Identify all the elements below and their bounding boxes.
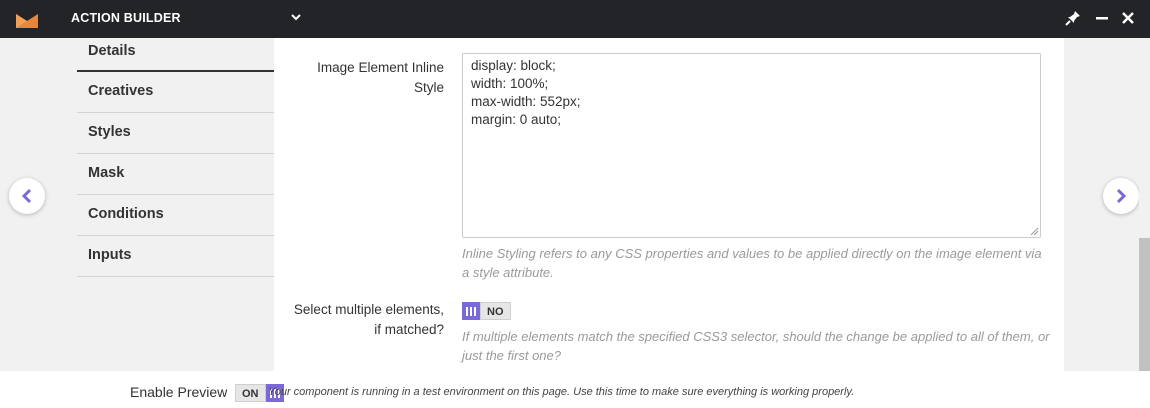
- chevron-down-icon[interactable]: [288, 9, 304, 25]
- sidebar-item-mask[interactable]: Mask: [77, 154, 274, 195]
- resize-handle-icon[interactable]: [1030, 227, 1039, 236]
- sidebar-item-conditions[interactable]: Conditions: [77, 195, 274, 236]
- select-multiple-help: If multiple elements match the specified…: [462, 329, 1050, 363]
- toggle-grip-icon: [462, 302, 480, 320]
- previous-button[interactable]: [9, 178, 45, 214]
- logo-icon: [16, 14, 38, 28]
- toggle-label: NO: [480, 302, 511, 320]
- title-bar: ACTION BUILDER: [0, 0, 1150, 38]
- chevron-left-icon: [21, 188, 32, 204]
- sidebar-item-creatives[interactable]: Creatives: [77, 72, 274, 113]
- close-icon[interactable]: [1119, 9, 1137, 27]
- select-multiple-label: Select multiple elements, if matched?: [293, 302, 444, 337]
- inline-style-textarea[interactable]: display: block; width: 100%; max-width: …: [462, 53, 1041, 238]
- inline-style-label: Image Element Inline Style: [317, 60, 444, 95]
- pin-icon[interactable]: [1064, 9, 1082, 27]
- details-form: Image Element Inline Style display: bloc…: [274, 38, 1064, 371]
- editor-panel: Details Creatives Styles Mask Conditions…: [0, 38, 1150, 371]
- select-multiple-toggle[interactable]: NO: [462, 302, 511, 320]
- sidebar-item-inputs[interactable]: Inputs: [77, 236, 274, 277]
- sidebar: Details Creatives Styles Mask Conditions…: [77, 38, 274, 371]
- preview-footer: Enable Preview ON Your component is runn…: [0, 371, 1150, 408]
- app-title: ACTION BUILDER: [71, 11, 181, 25]
- next-button[interactable]: [1103, 178, 1139, 214]
- minimize-icon[interactable]: [1093, 9, 1111, 27]
- chevron-right-icon: [1116, 188, 1127, 204]
- sidebar-item-details[interactable]: Details: [77, 38, 274, 72]
- preview-note: Your component is running in a test envi…: [268, 386, 855, 398]
- toggle-label: ON: [235, 384, 266, 402]
- inline-style-help: Inline Styling refers to any CSS propert…: [462, 246, 1042, 280]
- sidebar-item-styles[interactable]: Styles: [77, 113, 274, 154]
- enable-preview-label: Enable Preview: [130, 384, 228, 400]
- scrollbar-thumb[interactable]: [1139, 238, 1150, 371]
